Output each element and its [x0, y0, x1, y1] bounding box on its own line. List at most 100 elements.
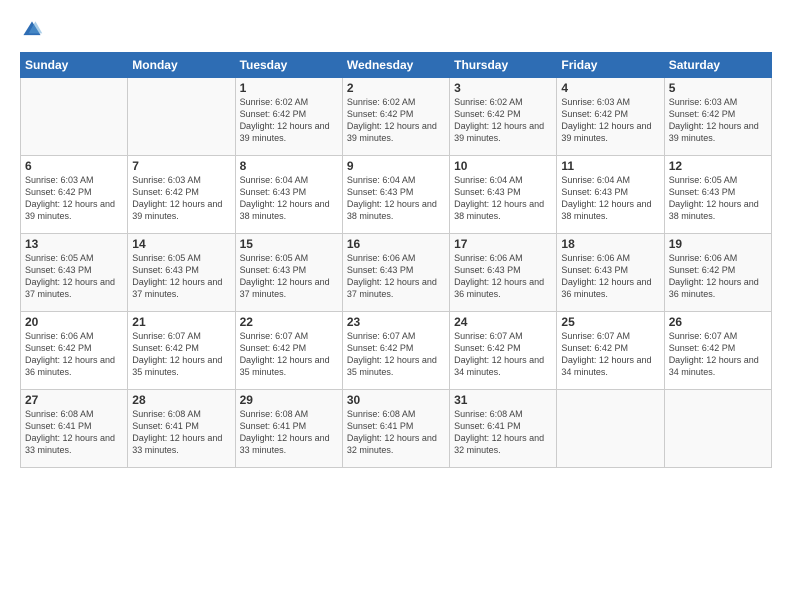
calendar-cell: 9Sunrise: 6:04 AM Sunset: 6:43 PM Daylig… — [342, 156, 449, 234]
day-number: 30 — [347, 393, 445, 407]
calendar-cell: 21Sunrise: 6:07 AM Sunset: 6:42 PM Dayli… — [128, 312, 235, 390]
calendar-week-3: 13Sunrise: 6:05 AM Sunset: 6:43 PM Dayli… — [21, 234, 772, 312]
day-number: 9 — [347, 159, 445, 173]
calendar-cell: 2Sunrise: 6:02 AM Sunset: 6:42 PM Daylig… — [342, 78, 449, 156]
calendar-cell: 3Sunrise: 6:02 AM Sunset: 6:42 PM Daylig… — [450, 78, 557, 156]
calendar-cell: 20Sunrise: 6:06 AM Sunset: 6:42 PM Dayli… — [21, 312, 128, 390]
logo — [20, 18, 48, 42]
day-number: 10 — [454, 159, 552, 173]
day-info: Sunrise: 6:06 AM Sunset: 6:42 PM Dayligh… — [669, 252, 767, 301]
calendar-week-2: 6Sunrise: 6:03 AM Sunset: 6:42 PM Daylig… — [21, 156, 772, 234]
calendar-cell: 10Sunrise: 6:04 AM Sunset: 6:43 PM Dayli… — [450, 156, 557, 234]
calendar-cell: 26Sunrise: 6:07 AM Sunset: 6:42 PM Dayli… — [664, 312, 771, 390]
calendar-cell: 12Sunrise: 6:05 AM Sunset: 6:43 PM Dayli… — [664, 156, 771, 234]
day-info: Sunrise: 6:07 AM Sunset: 6:42 PM Dayligh… — [669, 330, 767, 379]
day-info: Sunrise: 6:04 AM Sunset: 6:43 PM Dayligh… — [454, 174, 552, 223]
day-number: 20 — [25, 315, 123, 329]
col-header-wednesday: Wednesday — [342, 53, 449, 78]
calendar-cell: 6Sunrise: 6:03 AM Sunset: 6:42 PM Daylig… — [21, 156, 128, 234]
calendar-cell: 1Sunrise: 6:02 AM Sunset: 6:42 PM Daylig… — [235, 78, 342, 156]
col-header-sunday: Sunday — [21, 53, 128, 78]
calendar-cell: 19Sunrise: 6:06 AM Sunset: 6:42 PM Dayli… — [664, 234, 771, 312]
day-info: Sunrise: 6:07 AM Sunset: 6:42 PM Dayligh… — [561, 330, 659, 379]
day-number: 21 — [132, 315, 230, 329]
day-number: 7 — [132, 159, 230, 173]
col-header-monday: Monday — [128, 53, 235, 78]
calendar-cell: 14Sunrise: 6:05 AM Sunset: 6:43 PM Dayli… — [128, 234, 235, 312]
day-info: Sunrise: 6:05 AM Sunset: 6:43 PM Dayligh… — [25, 252, 123, 301]
calendar-cell: 16Sunrise: 6:06 AM Sunset: 6:43 PM Dayli… — [342, 234, 449, 312]
day-info: Sunrise: 6:07 AM Sunset: 6:42 PM Dayligh… — [454, 330, 552, 379]
day-info: Sunrise: 6:02 AM Sunset: 6:42 PM Dayligh… — [240, 96, 338, 145]
day-info: Sunrise: 6:08 AM Sunset: 6:41 PM Dayligh… — [454, 408, 552, 457]
calendar-cell: 8Sunrise: 6:04 AM Sunset: 6:43 PM Daylig… — [235, 156, 342, 234]
generalblue-logo-icon — [20, 18, 44, 42]
day-info: Sunrise: 6:07 AM Sunset: 6:42 PM Dayligh… — [240, 330, 338, 379]
day-number: 23 — [347, 315, 445, 329]
calendar-cell: 24Sunrise: 6:07 AM Sunset: 6:42 PM Dayli… — [450, 312, 557, 390]
day-number: 5 — [669, 81, 767, 95]
day-number: 16 — [347, 237, 445, 251]
day-number: 13 — [25, 237, 123, 251]
calendar-week-1: 1Sunrise: 6:02 AM Sunset: 6:42 PM Daylig… — [21, 78, 772, 156]
calendar-table: SundayMondayTuesdayWednesdayThursdayFrid… — [20, 52, 772, 468]
calendar-cell: 4Sunrise: 6:03 AM Sunset: 6:42 PM Daylig… — [557, 78, 664, 156]
calendar-cell — [557, 390, 664, 468]
calendar-cell — [128, 78, 235, 156]
calendar-cell: 17Sunrise: 6:06 AM Sunset: 6:43 PM Dayli… — [450, 234, 557, 312]
day-info: Sunrise: 6:08 AM Sunset: 6:41 PM Dayligh… — [25, 408, 123, 457]
calendar-cell — [21, 78, 128, 156]
day-info: Sunrise: 6:07 AM Sunset: 6:42 PM Dayligh… — [347, 330, 445, 379]
calendar-cell: 23Sunrise: 6:07 AM Sunset: 6:42 PM Dayli… — [342, 312, 449, 390]
day-info: Sunrise: 6:05 AM Sunset: 6:43 PM Dayligh… — [240, 252, 338, 301]
calendar-cell: 5Sunrise: 6:03 AM Sunset: 6:42 PM Daylig… — [664, 78, 771, 156]
calendar-cell: 29Sunrise: 6:08 AM Sunset: 6:41 PM Dayli… — [235, 390, 342, 468]
day-info: Sunrise: 6:03 AM Sunset: 6:42 PM Dayligh… — [669, 96, 767, 145]
calendar-cell: 27Sunrise: 6:08 AM Sunset: 6:41 PM Dayli… — [21, 390, 128, 468]
day-number: 8 — [240, 159, 338, 173]
day-number: 22 — [240, 315, 338, 329]
calendar-cell: 11Sunrise: 6:04 AM Sunset: 6:43 PM Dayli… — [557, 156, 664, 234]
day-number: 28 — [132, 393, 230, 407]
calendar-cell: 22Sunrise: 6:07 AM Sunset: 6:42 PM Dayli… — [235, 312, 342, 390]
day-info: Sunrise: 6:06 AM Sunset: 6:43 PM Dayligh… — [454, 252, 552, 301]
day-info: Sunrise: 6:06 AM Sunset: 6:42 PM Dayligh… — [25, 330, 123, 379]
col-header-friday: Friday — [557, 53, 664, 78]
calendar-cell: 31Sunrise: 6:08 AM Sunset: 6:41 PM Dayli… — [450, 390, 557, 468]
calendar-cell: 13Sunrise: 6:05 AM Sunset: 6:43 PM Dayli… — [21, 234, 128, 312]
day-info: Sunrise: 6:04 AM Sunset: 6:43 PM Dayligh… — [347, 174, 445, 223]
day-info: Sunrise: 6:02 AM Sunset: 6:42 PM Dayligh… — [347, 96, 445, 145]
day-info: Sunrise: 6:04 AM Sunset: 6:43 PM Dayligh… — [561, 174, 659, 223]
day-number: 3 — [454, 81, 552, 95]
calendar-cell: 25Sunrise: 6:07 AM Sunset: 6:42 PM Dayli… — [557, 312, 664, 390]
calendar-cell — [664, 390, 771, 468]
day-info: Sunrise: 6:08 AM Sunset: 6:41 PM Dayligh… — [240, 408, 338, 457]
calendar-week-4: 20Sunrise: 6:06 AM Sunset: 6:42 PM Dayli… — [21, 312, 772, 390]
col-header-tuesday: Tuesday — [235, 53, 342, 78]
day-info: Sunrise: 6:03 AM Sunset: 6:42 PM Dayligh… — [132, 174, 230, 223]
day-number: 26 — [669, 315, 767, 329]
calendar-cell: 15Sunrise: 6:05 AM Sunset: 6:43 PM Dayli… — [235, 234, 342, 312]
day-number: 19 — [669, 237, 767, 251]
calendar-week-5: 27Sunrise: 6:08 AM Sunset: 6:41 PM Dayli… — [21, 390, 772, 468]
day-number: 18 — [561, 237, 659, 251]
day-number: 31 — [454, 393, 552, 407]
day-info: Sunrise: 6:03 AM Sunset: 6:42 PM Dayligh… — [25, 174, 123, 223]
day-number: 17 — [454, 237, 552, 251]
calendar-body: 1Sunrise: 6:02 AM Sunset: 6:42 PM Daylig… — [21, 78, 772, 468]
day-number: 6 — [25, 159, 123, 173]
calendar-cell: 30Sunrise: 6:08 AM Sunset: 6:41 PM Dayli… — [342, 390, 449, 468]
page-header — [20, 18, 772, 42]
calendar-cell: 7Sunrise: 6:03 AM Sunset: 6:42 PM Daylig… — [128, 156, 235, 234]
day-number: 11 — [561, 159, 659, 173]
col-header-thursday: Thursday — [450, 53, 557, 78]
day-number: 2 — [347, 81, 445, 95]
day-number: 27 — [25, 393, 123, 407]
day-number: 24 — [454, 315, 552, 329]
day-info: Sunrise: 6:08 AM Sunset: 6:41 PM Dayligh… — [347, 408, 445, 457]
day-info: Sunrise: 6:04 AM Sunset: 6:43 PM Dayligh… — [240, 174, 338, 223]
day-number: 12 — [669, 159, 767, 173]
calendar-header-row: SundayMondayTuesdayWednesdayThursdayFrid… — [21, 53, 772, 78]
day-number: 25 — [561, 315, 659, 329]
day-info: Sunrise: 6:03 AM Sunset: 6:42 PM Dayligh… — [561, 96, 659, 145]
